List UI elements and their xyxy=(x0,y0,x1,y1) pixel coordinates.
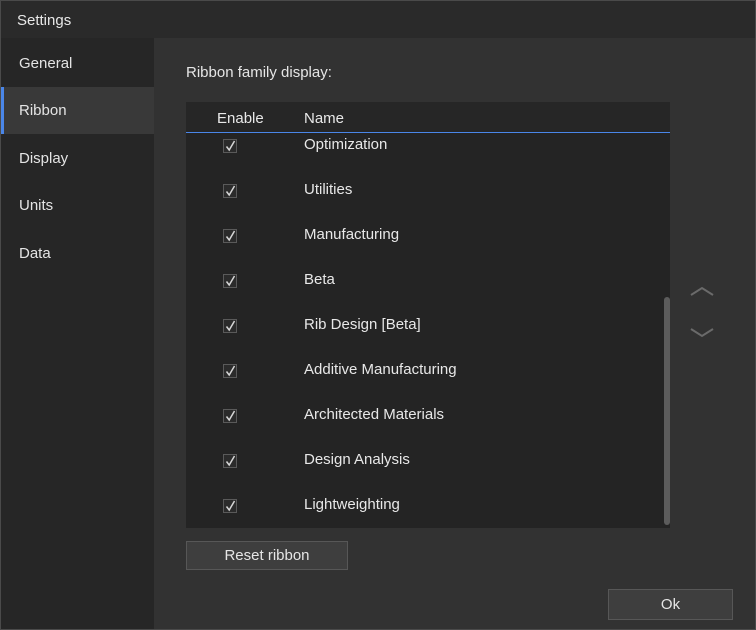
row-name: Lightweighting xyxy=(304,496,400,513)
enable-checkbox[interactable] xyxy=(223,364,237,378)
checkmark-icon xyxy=(225,320,236,332)
reset-ribbon-button[interactable]: Reset ribbon xyxy=(186,541,348,570)
move-up-button[interactable] xyxy=(688,281,716,301)
checkmark-icon xyxy=(225,500,236,512)
enable-checkbox[interactable] xyxy=(223,139,237,153)
checkmark-icon xyxy=(225,140,236,152)
table-row[interactable]: Additive Manufacturing xyxy=(186,361,662,409)
ribbon-settings-panel: Ribbon family display: Enable Name Optim… xyxy=(154,38,755,629)
sidebar-item-data[interactable]: Data xyxy=(1,230,154,277)
sidebar-item-units[interactable]: Units xyxy=(1,182,154,229)
row-name: Additive Manufacturing xyxy=(304,361,457,378)
sidebar-item-label: Units xyxy=(19,197,54,214)
table-row[interactable]: Lightweighting xyxy=(186,496,662,528)
enable-checkbox[interactable] xyxy=(223,319,237,333)
table-row[interactable]: Manufacturing xyxy=(186,226,662,274)
window-title: Settings xyxy=(17,12,72,29)
move-down-button[interactable] xyxy=(688,323,716,343)
table-scrollbar[interactable] xyxy=(664,133,670,528)
row-name: Beta xyxy=(304,271,335,288)
enable-checkbox[interactable] xyxy=(223,499,237,513)
table-row[interactable]: Architected Materials xyxy=(186,406,662,454)
enable-checkbox[interactable] xyxy=(223,274,237,288)
table-row[interactable]: Utilities xyxy=(186,181,662,229)
checkmark-icon xyxy=(225,365,236,377)
enable-checkbox[interactable] xyxy=(223,184,237,198)
sidebar-item-display[interactable]: Display xyxy=(1,135,154,182)
enable-checkbox[interactable] xyxy=(223,454,237,468)
row-name: Design Analysis xyxy=(304,451,410,468)
table-row[interactable]: Optimization xyxy=(186,136,662,184)
table-row[interactable]: Design Analysis xyxy=(186,451,662,499)
sidebar-item-general[interactable]: General xyxy=(1,40,154,87)
section-label: Ribbon family display: xyxy=(186,64,332,81)
row-name: Manufacturing xyxy=(304,226,400,243)
settings-window: Settings General Ribbon Display Units Da… xyxy=(0,0,756,630)
checkmark-icon xyxy=(225,410,236,422)
sidebar-item-label: Display xyxy=(19,150,69,167)
table-row[interactable]: Rib Design [Beta] xyxy=(186,316,662,364)
sidebar-item-label: Data xyxy=(19,245,51,262)
sidebar-item-label: Ribbon xyxy=(19,102,67,119)
chevron-up-icon xyxy=(690,286,714,296)
enable-checkbox[interactable] xyxy=(223,409,237,423)
chevron-down-icon xyxy=(690,328,714,338)
column-header-name[interactable]: Name xyxy=(304,110,344,127)
table-header: Enable Name xyxy=(186,102,670,133)
column-header-enable[interactable]: Enable xyxy=(217,110,264,127)
checkmark-icon xyxy=(225,275,236,287)
enable-checkbox[interactable] xyxy=(223,229,237,243)
scrollbar-thumb[interactable] xyxy=(664,297,670,525)
checkmark-icon xyxy=(225,455,236,467)
ok-button[interactable]: Ok xyxy=(608,589,733,620)
row-name: Utilities xyxy=(304,181,353,198)
row-name: Optimization xyxy=(304,136,388,153)
table-row[interactable]: Beta xyxy=(186,271,662,319)
sidebar-item-ribbon[interactable]: Ribbon xyxy=(1,87,154,134)
title-bar: Settings xyxy=(1,1,755,38)
settings-sidebar: General Ribbon Display Units Data xyxy=(1,38,154,629)
row-name: Rib Design [Beta] xyxy=(304,316,421,333)
checkmark-icon xyxy=(225,230,236,242)
ribbon-family-table: Enable Name Optimization Utilities Manuf… xyxy=(186,102,670,528)
checkmark-icon xyxy=(225,185,236,197)
sidebar-item-label: General xyxy=(19,55,73,72)
row-name: Architected Materials xyxy=(304,406,445,423)
